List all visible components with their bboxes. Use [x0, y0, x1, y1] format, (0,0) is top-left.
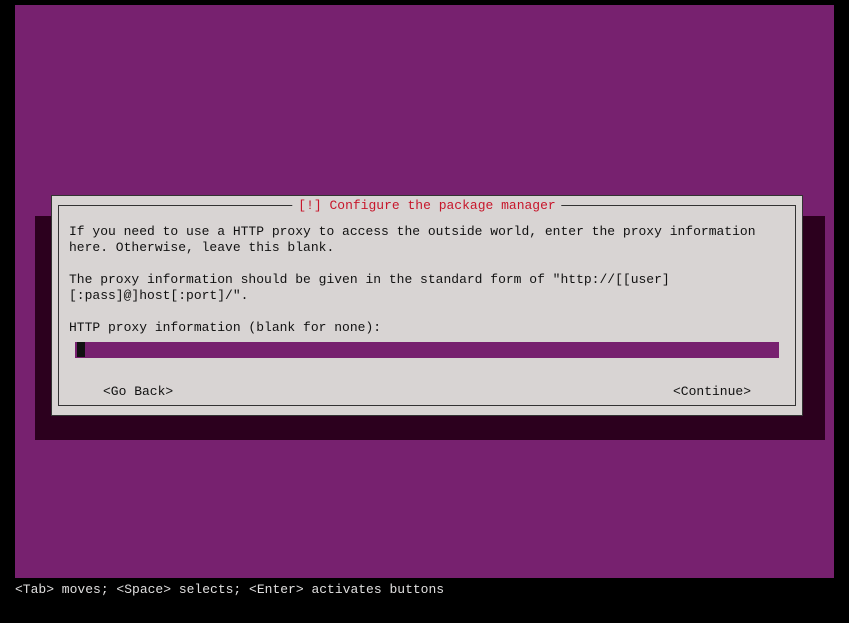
- dialog-box: [!] Configure the package manager If you…: [51, 195, 803, 416]
- button-row: <Go Back> <Continue>: [69, 384, 785, 400]
- dialog-paragraph-2: The proxy information should be given in…: [69, 272, 785, 304]
- go-back-button[interactable]: <Go Back>: [103, 384, 173, 400]
- dialog-paragraph-1: If you need to use a HTTP proxy to acces…: [69, 224, 785, 256]
- text-cursor: [77, 342, 85, 357]
- dialog-border: [!] Configure the package manager If you…: [58, 205, 796, 406]
- continue-button[interactable]: <Continue>: [673, 384, 751, 400]
- dialog-title: [!] Configure the package manager: [292, 198, 561, 213]
- proxy-input[interactable]: [75, 342, 779, 358]
- key-hint-bar: <Tab> moves; <Space> selects; <Enter> ac…: [15, 582, 444, 597]
- proxy-input-wrap[interactable]: [75, 342, 779, 358]
- proxy-input-label: HTTP proxy information (blank for none):: [69, 320, 785, 336]
- dialog-content: If you need to use a HTTP proxy to acces…: [59, 206, 795, 410]
